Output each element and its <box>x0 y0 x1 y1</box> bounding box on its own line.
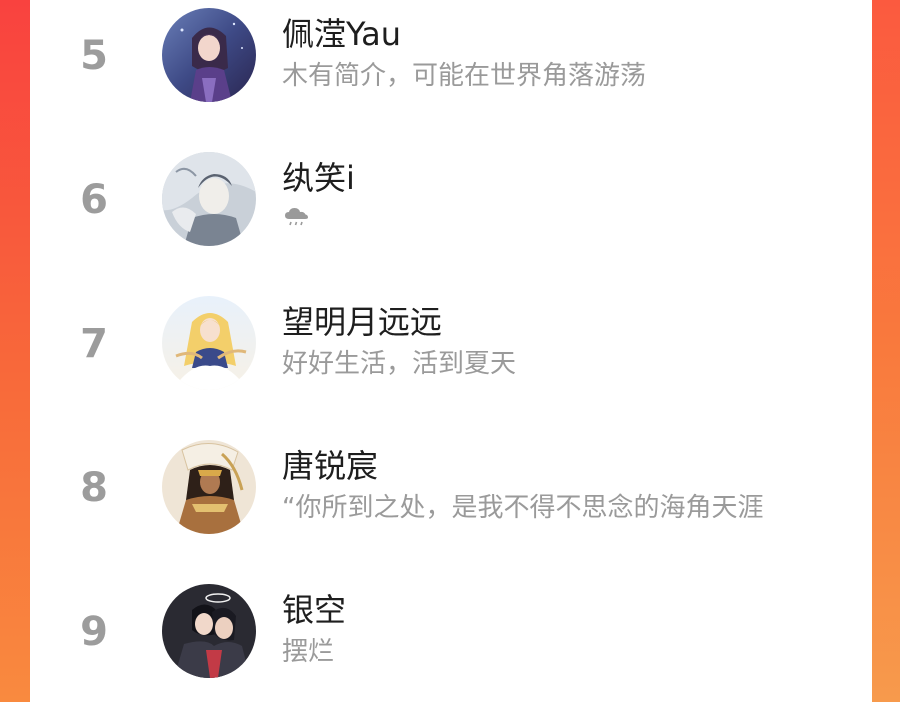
ranking-list-card: 5 佩滢Yau 木有简介，可能在世界角落游荡 6 纨笑i 7 望明月远远 好好生… <box>30 0 872 702</box>
user-bio: “你所到之处，是我不得不思念的海角天涯 <box>282 493 764 523</box>
ranking-row-5[interactable]: 5 佩滢Yau 木有简介，可能在世界角落游荡 <box>30 0 872 116</box>
avatar[interactable] <box>162 8 256 102</box>
rank-number: 9 <box>80 609 108 655</box>
cloud-rain-icon <box>285 208 308 226</box>
rank-number: 6 <box>80 177 108 223</box>
user-bio: 木有简介，可能在世界角落游荡 <box>282 61 647 91</box>
avatar[interactable] <box>162 584 256 678</box>
rank-number: 7 <box>80 321 108 367</box>
avatar-couple-halo-image <box>162 584 256 678</box>
avatar-egyptian-dancer-image <box>162 440 256 534</box>
rank-number: 5 <box>80 33 108 79</box>
avatar[interactable] <box>162 152 256 246</box>
ranking-row-6[interactable]: 6 纨笑i <box>30 140 872 260</box>
ranking-row-9[interactable]: 9 银空 摆烂 <box>30 572 872 692</box>
user-name[interactable]: 佩滢Yau <box>282 14 401 54</box>
user-bio: 摆烂 <box>282 637 335 667</box>
avatar-grey-sketch-image <box>162 152 256 246</box>
rank-number: 8 <box>80 465 108 511</box>
right-gradient-stripe <box>870 0 900 702</box>
avatar-anime-girl-night-image <box>162 8 256 102</box>
ranking-row-8[interactable]: 8 唐锐宸 “你所到之处，是我不得不思念的海角天涯 <box>30 428 872 548</box>
user-bio: 好好生活，活到夏天 <box>282 349 517 379</box>
avatar-blonde-girl-image <box>162 296 256 390</box>
avatar[interactable] <box>162 296 256 390</box>
user-name[interactable]: 望明月远远 <box>282 302 442 342</box>
user-name[interactable]: 银空 <box>282 590 346 630</box>
ranking-row-7[interactable]: 7 望明月远远 好好生活，活到夏天 <box>30 284 872 404</box>
user-name[interactable]: 纨笑i <box>282 158 355 198</box>
avatar[interactable] <box>162 440 256 534</box>
user-name[interactable]: 唐锐宸 <box>282 446 378 486</box>
